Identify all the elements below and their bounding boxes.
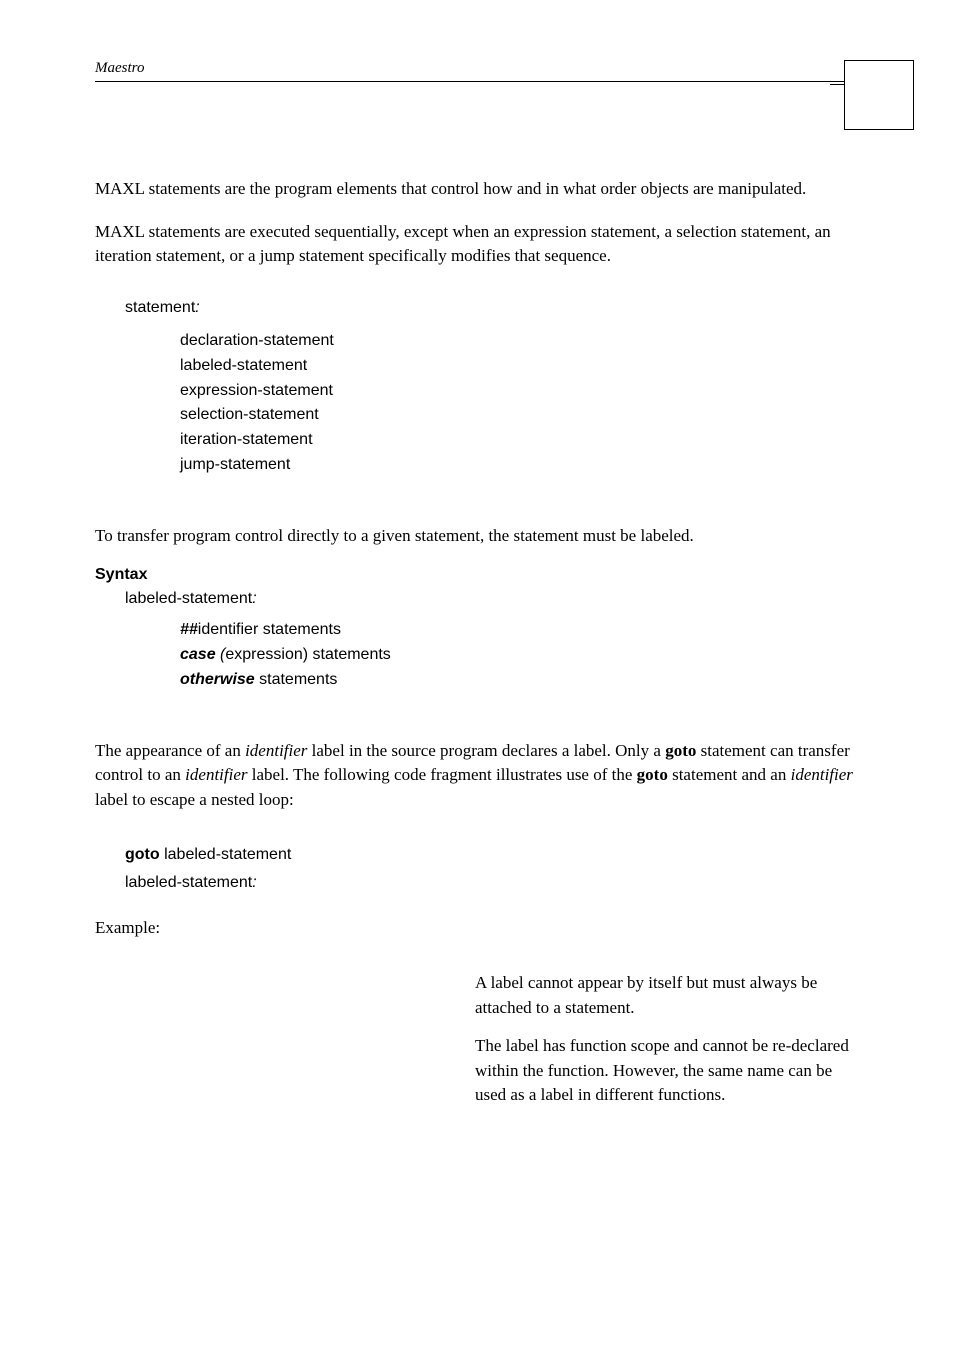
grammar-item: iteration-statement <box>180 428 859 453</box>
intro-paragraph-2: MAXL statements are executed sequentiall… <box>95 220 859 269</box>
right-column: A label cannot appear by itself but must… <box>475 971 855 1108</box>
page-header: Maestro <box>95 60 859 82</box>
grammar-item: expression-statement <box>180 379 859 404</box>
grammar-item: jump-statement <box>180 453 859 478</box>
grammar-labeled-line-3: otherwise statements <box>180 668 859 693</box>
line3-rest: statements <box>255 671 338 688</box>
header-title: Maestro <box>95 60 859 77</box>
txt: label. The following code fragment illus… <box>248 765 637 784</box>
txt: The appearance of an <box>95 741 245 760</box>
goto-word: goto <box>665 741 696 760</box>
goto-keyword: goto <box>125 846 160 863</box>
grammar-head-colon: : <box>195 299 199 316</box>
grammar-head-word: statement <box>125 299 195 316</box>
goto-head-word: labeled-statement <box>125 874 252 891</box>
corner-tick <box>830 84 844 85</box>
identifier-word: identifier <box>185 765 247 784</box>
identifier-word: identifier <box>791 765 853 784</box>
line2-rest: expression) statements <box>225 646 390 663</box>
corner-box <box>844 60 914 130</box>
right-col-p1: A label cannot appear by itself but must… <box>475 971 855 1020</box>
grammar-item: labeled-statement <box>180 354 859 379</box>
case-keyword: case <box>180 646 220 663</box>
grammar-labeled-line-1: ##identifier statements <box>180 618 859 643</box>
goto-labeled-head: labeled-statement: <box>125 869 859 898</box>
content: MAXL statements are the program elements… <box>95 177 859 1108</box>
intro-paragraph-1: MAXL statements are the program elements… <box>95 177 859 202</box>
grammar-statement-head: statement: <box>125 299 859 317</box>
grammar-item: selection-statement <box>180 403 859 428</box>
appearance-paragraph: The appearance of an identifier label in… <box>95 739 859 813</box>
grammar-labeled-head: labeled-statement: <box>125 590 859 608</box>
syntax-heading: Syntax <box>95 566 859 584</box>
goto-line: goto labeled-statement <box>125 841 859 870</box>
header-rule <box>95 81 859 82</box>
goto-word: goto <box>637 765 668 784</box>
identifier-word: identifier <box>245 741 307 760</box>
example-label: Example: <box>95 916 859 941</box>
goto-head-colon: : <box>252 874 256 891</box>
grammar-labeled-line-2: case (expression) statements <box>180 643 859 668</box>
grammar-head-word: labeled-statement <box>125 590 252 607</box>
grammar-item: declaration-statement <box>180 329 859 354</box>
hash-keyword: ## <box>180 621 198 638</box>
grammar-head-colon: : <box>252 590 256 607</box>
txt: label to escape a nested loop: <box>95 790 294 809</box>
otherwise-keyword: otherwise <box>180 671 255 688</box>
txt: label in the source program declares a l… <box>307 741 665 760</box>
labeled-intro: To transfer program control directly to … <box>95 524 859 549</box>
goto-block: goto labeled-statement labeled-statement… <box>125 841 859 899</box>
grammar-statement-list: declaration-statement labeled-statement … <box>180 329 859 478</box>
page: Maestro MAXL statements are the program … <box>0 0 954 1182</box>
txt: statement and an <box>668 765 791 784</box>
goto-rest: labeled-statement <box>160 846 292 863</box>
right-col-p2: The label has function scope and cannot … <box>475 1034 855 1108</box>
line1-rest: identifier statements <box>198 621 341 638</box>
